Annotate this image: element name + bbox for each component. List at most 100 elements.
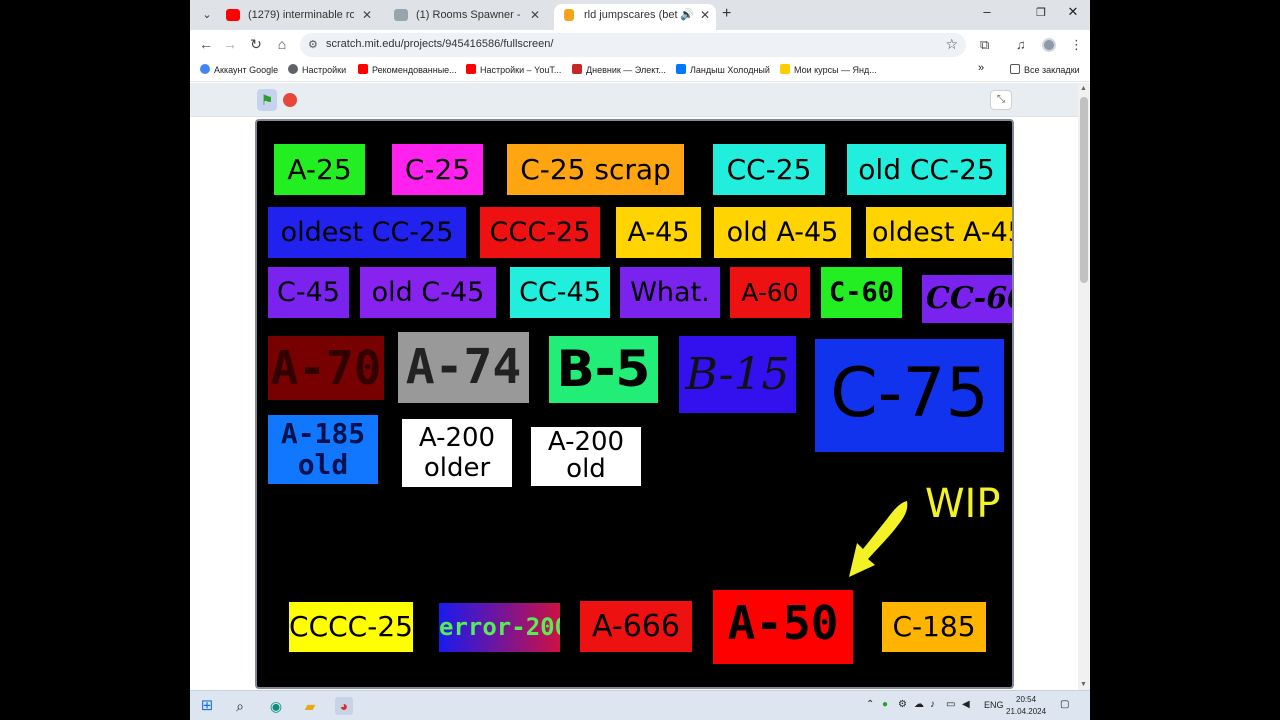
jumpscare-button[interactable]: C-25 [392,144,483,195]
jumpscare-button[interactable]: B-15 [679,336,796,413]
toolbar: ← → ↻ ⌂ ⚙ scratch.mit.edu/projects/94541… [190,30,1090,60]
jumpscare-button[interactable]: A-185 old [268,415,378,484]
youtube-icon [226,9,240,21]
jumpscare-button[interactable]: CC-45 [510,267,610,318]
jumpscare-button[interactable]: CC-60 [922,275,1012,323]
jumpscare-button[interactable]: old C-45 [360,267,496,318]
forward-button[interactable]: → [220,36,240,52]
bookmark-item[interactable]: Ландыш Холодный [676,64,770,75]
profile-avatar[interactable] [1042,38,1056,52]
bookmark-item[interactable]: Настройки [288,64,346,75]
jumpscare-button[interactable]: A-60 [730,267,810,318]
notifications-icon[interactable]: ▢ [1060,699,1069,710]
edge-icon[interactable]: ◉ [267,697,285,715]
jumpscare-button[interactable]: C-45 [268,267,349,318]
bookmark-item[interactable]: Аккаунт Google [200,64,278,75]
close-tab-icon[interactable]: ✕ [700,4,710,26]
jumpscare-button[interactable]: A-70 [268,336,384,400]
close-tab-icon[interactable]: ✕ [530,4,540,26]
address-bar[interactable]: ⚙ scratch.mit.edu/projects/945416586/ful… [300,33,966,57]
language-indicator[interactable]: ENG [984,700,1004,710]
jumpscare-button[interactable]: oldest A-45 [866,207,1012,258]
jumpscare-button[interactable]: CC-25 [713,144,825,195]
browser-window: ⌄ (1279) interminable rooms jum ✕ (1) Ro… [190,0,1090,720]
file-explorer-icon[interactable]: ▰ [301,697,319,715]
close-window-button[interactable]: ✕ [1056,4,1090,20]
jumpscare-button[interactable]: old CC-25 [847,144,1006,195]
bookmark-item[interactable]: Настройки – YouT... [466,64,561,75]
scrollbar-thumb[interactable] [1080,97,1088,283]
search-icon[interactable]: ⌕ [231,697,249,715]
exit-fullscreen-button[interactable]: ⤡ [990,90,1012,110]
vk-icon [676,64,686,74]
minimize-button[interactable]: – [970,4,1004,19]
jumpscare-button[interactable]: A-666 [580,601,692,652]
page-scrollbar[interactable]: ▲ ▼ [1078,83,1090,690]
jumpscare-button[interactable]: What. [620,267,720,318]
windows-start-icon[interactable]: ⊞ [198,697,216,715]
jumpscare-button[interactable]: error-200 [439,603,560,652]
tab-scratch[interactable]: rld jumpscares (beta) (sou 🔊 ✕ [554,4,716,30]
youtube-icon [358,64,368,74]
all-bookmarks[interactable]: Все закладки [1010,64,1080,75]
jumpscare-button[interactable]: C-75 [815,339,1004,452]
onedrive-icon[interactable]: ☁ [914,699,924,710]
new-tab-button[interactable]: + [722,5,731,23]
windows-taskbar: ⊞ ⌕ ◉ ▰ ◕ ⌃ ● ⚙ ☁ ♪ ▭ ◀ ENG 20:54 21.04.… [190,690,1090,720]
folder-icon [1010,64,1020,74]
scratch-stage[interactable]: A-25 C-25 C-25 scrap CC-25 old CC-25 old… [255,119,1014,689]
reload-button[interactable]: ↻ [246,36,266,53]
tray-app-icon[interactable]: ● [882,699,888,710]
jumpscare-button[interactable]: A-200 old [531,427,641,486]
jumpscare-button[interactable]: A-50 [713,590,853,664]
arrow-icon [849,501,908,577]
bookmark-star-icon[interactable]: ☆ [945,36,958,53]
microphone-icon[interactable]: ♪ [930,699,935,710]
clock[interactable]: 20:54 21.04.2024 [1006,694,1046,718]
bookmark-item[interactable]: Дневник — Элект... [572,64,666,75]
volume-icon[interactable]: ◀ [962,699,970,710]
tray-overflow-icon[interactable]: ⌃ [866,699,874,710]
network-icon[interactable]: ▭ [946,699,955,710]
speaker-icon[interactable]: 🔊 [680,4,694,26]
jumpscare-button[interactable]: old A-45 [714,207,851,258]
green-flag-button[interactable]: ⚑ [257,89,277,111]
stop-button[interactable] [283,93,297,107]
jumpscare-button[interactable]: B-5 [549,336,658,403]
site-info-icon[interactable]: ⚙ [308,38,318,51]
jumpscare-button[interactable]: C-60 [821,267,902,318]
tab-roblox[interactable]: (1) Rooms Spawner - Roblox ✕ [386,4,546,30]
clock-time: 20:54 [1016,695,1037,704]
jumpscare-button[interactable]: C-25 scrap [507,144,684,195]
jumpscare-button[interactable]: oldest CC-25 [268,207,466,258]
jumpscare-button[interactable]: A-25 [274,144,365,195]
tray-app-icon[interactable]: ⚙ [898,699,907,710]
tab-search-button[interactable]: ⌄ [196,5,218,25]
scratch-fullscreen-page: ⚑ ⤡ A-25 C-25 C-25 scrap CC-25 old CC-25… [190,83,1078,690]
bookmark-item[interactable]: Рекомендованные... [358,64,457,75]
extensions-icon[interactable]: ⧉ [980,37,989,53]
jumpscare-button[interactable]: A-74 [398,332,529,403]
jumpscare-button[interactable]: A-200 older [402,419,512,487]
jumpscare-button[interactable]: C-185 [882,602,986,652]
jumpscare-button[interactable]: CCC-25 [480,207,600,258]
wip-label: WIP [925,481,1001,527]
jumpscare-button[interactable]: CCCC-25 [289,602,413,652]
home-button[interactable]: ⌂ [272,36,292,52]
menu-icon[interactable]: ⋮ [1070,37,1083,53]
bookmark-item[interactable]: Мои курсы — Янд... [780,64,877,75]
chrome-icon[interactable]: ◕ [335,697,353,715]
back-button[interactable]: ← [196,36,216,52]
restore-button[interactable]: ❐ [1024,6,1058,19]
scroll-up-icon[interactable]: ▲ [1080,85,1087,92]
scratch-icon [564,9,574,21]
media-icon[interactable]: ♫ [1016,37,1026,52]
clock-date: 21.04.2024 [1006,707,1047,716]
jumpscare-button[interactable]: A-45 [616,207,701,258]
tab-title: rld jumpscares (beta) (sou [584,9,678,21]
scroll-down-icon[interactable]: ▼ [1080,681,1087,688]
close-tab-icon[interactable]: ✕ [362,4,372,26]
tab-youtube[interactable]: (1279) interminable rooms jum ✕ [218,4,378,30]
more-bookmarks-button[interactable]: » [978,62,984,74]
google-icon [200,64,210,74]
